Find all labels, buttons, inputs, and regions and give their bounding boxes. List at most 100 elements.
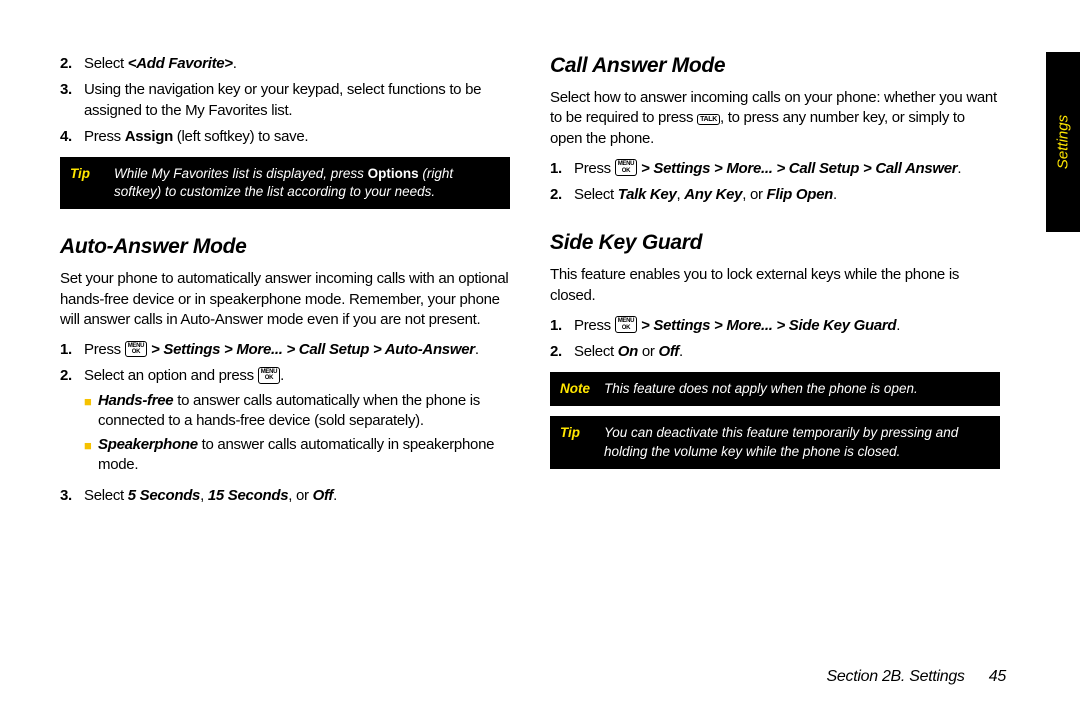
callout-label: Tip	[550, 416, 604, 468]
step-text: Select an option and press MENUOK. ■ Han…	[84, 366, 510, 479]
step-2: 2. Select On or Off.	[550, 342, 1000, 362]
step-number: 4.	[60, 127, 84, 147]
talk-key-icon: TALK	[697, 114, 720, 125]
page-footer: Section 2B. Settings 45	[827, 668, 1006, 686]
text-fragment: Press	[84, 341, 125, 358]
menu-path: > Settings > More... > Side Key Guard	[637, 317, 896, 334]
text-fragment: .	[333, 487, 337, 504]
auto-answer-steps: 1. Press MENUOK > Settings > More... > C…	[60, 340, 510, 506]
text-fragment: Press	[574, 317, 615, 334]
text-fragment: Select	[574, 343, 618, 360]
step-text: Select 5 Seconds, 15 Seconds, or Off.	[84, 486, 510, 506]
heading-side-key-guard: Side Key Guard	[550, 231, 1000, 255]
text-fragment: Select an option and press	[84, 367, 258, 384]
text-fragment: .	[233, 55, 237, 72]
option-name: Off	[658, 343, 679, 360]
step-number: 2.	[550, 185, 574, 205]
step-number: 1.	[550, 159, 574, 179]
option-text: Speakerphone to answer calls automatical…	[98, 435, 510, 476]
option-speakerphone: ■ Speakerphone to answer calls automatic…	[84, 435, 510, 476]
option-name: 15 Seconds	[208, 487, 288, 504]
callout-text: This feature does not apply when the pho…	[604, 372, 1000, 406]
option-name: Hands-free	[98, 392, 173, 409]
auto-answer-description: Set your phone to automatically answer i…	[60, 269, 510, 330]
step-number: 3.	[60, 486, 84, 506]
option-name: Flip Open	[767, 186, 833, 203]
manual-page: Settings 2. Select <Add Favorite>. 3. Us…	[0, 0, 1080, 720]
step-number: 2.	[60, 54, 84, 74]
menu-ok-key-icon: MENUOK	[125, 341, 147, 358]
option-name: Off	[313, 487, 334, 504]
callout-text: You can deactivate this feature temporar…	[604, 416, 1000, 468]
step-3: 3. Select 5 Seconds, 15 Seconds, or Off.	[60, 486, 510, 506]
step-3: 3. Using the navigation key or your keyp…	[60, 80, 510, 121]
menu-ok-key-icon: MENUOK	[615, 316, 637, 333]
step-number: 2.	[60, 366, 84, 479]
side-key-guard-steps: 1. Press MENUOK > Settings > More... > S…	[550, 316, 1000, 363]
text-fragment: While My Favorites list is displayed, pr…	[114, 166, 368, 181]
text-fragment: , or	[288, 487, 312, 504]
softkey-name: Assign	[125, 128, 173, 145]
step-2: 2. Select Talk Key, Any Key, or Flip Ope…	[550, 185, 1000, 205]
step-text: Press MENUOK > Settings > More... > Side…	[574, 316, 1000, 336]
text-fragment: .	[679, 343, 683, 360]
side-tab-label: Settings	[1055, 115, 1072, 169]
page-number: 45	[989, 668, 1006, 686]
callout-text: While My Favorites list is displayed, pr…	[114, 157, 510, 209]
step-2: 2. Select <Add Favorite>.	[60, 54, 510, 74]
text-fragment: Press	[574, 160, 615, 177]
side-key-guard-description: This feature enables you to lock externa…	[550, 265, 1000, 306]
left-column: 2. Select <Add Favorite>. 3. Using the n…	[60, 48, 510, 512]
option-name: Talk Key	[618, 186, 677, 203]
note-callout: Note This feature does not apply when th…	[550, 372, 1000, 406]
text-fragment: .	[833, 186, 837, 203]
ui-label: <Add Favorite>	[128, 55, 233, 72]
auto-answer-options: ■ Hands-free to answer calls automatical…	[84, 391, 510, 476]
text-fragment: ,	[200, 487, 208, 504]
text-fragment: .	[957, 160, 961, 177]
section-side-tab: Settings	[1046, 52, 1080, 232]
step-text: Select <Add Favorite>.	[84, 54, 510, 74]
option-hands-free: ■ Hands-free to answer calls automatical…	[84, 391, 510, 432]
text-fragment: Select	[84, 55, 128, 72]
step-text: Using the navigation key or your keypad,…	[84, 80, 510, 121]
step-text: Press MENUOK > Settings > More... > Call…	[84, 340, 510, 360]
step-number: 1.	[550, 316, 574, 336]
option-name: Speakerphone	[98, 436, 198, 453]
option-name: On	[618, 343, 638, 360]
text-fragment: (left softkey) to save.	[173, 128, 308, 145]
text-fragment: , or	[742, 186, 766, 203]
text-fragment: .	[896, 317, 900, 334]
option-name: Any Key	[684, 186, 742, 203]
heading-call-answer-mode: Call Answer Mode	[550, 54, 1000, 78]
heading-auto-answer: Auto-Answer Mode	[60, 235, 510, 259]
text-fragment: .	[280, 367, 284, 384]
step-1: 1. Press MENUOK > Settings > More... > C…	[550, 159, 1000, 179]
text-fragment: Select	[84, 487, 128, 504]
option-name: 5 Seconds	[128, 487, 200, 504]
text-fragment: Select	[574, 186, 618, 203]
step-1: 1. Press MENUOK > Settings > More... > S…	[550, 316, 1000, 336]
menu-ok-key-icon: MENUOK	[258, 367, 280, 384]
text-fragment: or	[638, 343, 658, 360]
step-number: 2.	[550, 342, 574, 362]
step-2: 2. Select an option and press MENUOK. ■ …	[60, 366, 510, 479]
call-answer-steps: 1. Press MENUOK > Settings > More... > C…	[550, 159, 1000, 206]
call-answer-description: Select how to answer incoming calls on y…	[550, 88, 1000, 149]
step-text: Select Talk Key, Any Key, or Flip Open.	[574, 185, 1000, 205]
text-fragment: Press	[84, 128, 125, 145]
right-column: Call Answer Mode Select how to answer in…	[550, 48, 1020, 512]
callout-label: Note	[550, 372, 604, 406]
bullet-icon: ■	[84, 435, 98, 476]
step-number: 3.	[60, 80, 84, 121]
step-text: Select On or Off.	[574, 342, 1000, 362]
option-text: Hands-free to answer calls automatically…	[98, 391, 510, 432]
bullet-icon: ■	[84, 391, 98, 432]
softkey-name: Options	[368, 166, 419, 181]
section-label: Section 2B. Settings	[827, 668, 965, 685]
step-4: 4. Press Assign (left softkey) to save.	[60, 127, 510, 147]
step-1: 1. Press MENUOK > Settings > More... > C…	[60, 340, 510, 360]
favorites-steps-continued: 2. Select <Add Favorite>. 3. Using the n…	[60, 54, 510, 147]
tip-callout: Tip You can deactivate this feature temp…	[550, 416, 1000, 468]
step-text: Press Assign (left softkey) to save.	[84, 127, 510, 147]
